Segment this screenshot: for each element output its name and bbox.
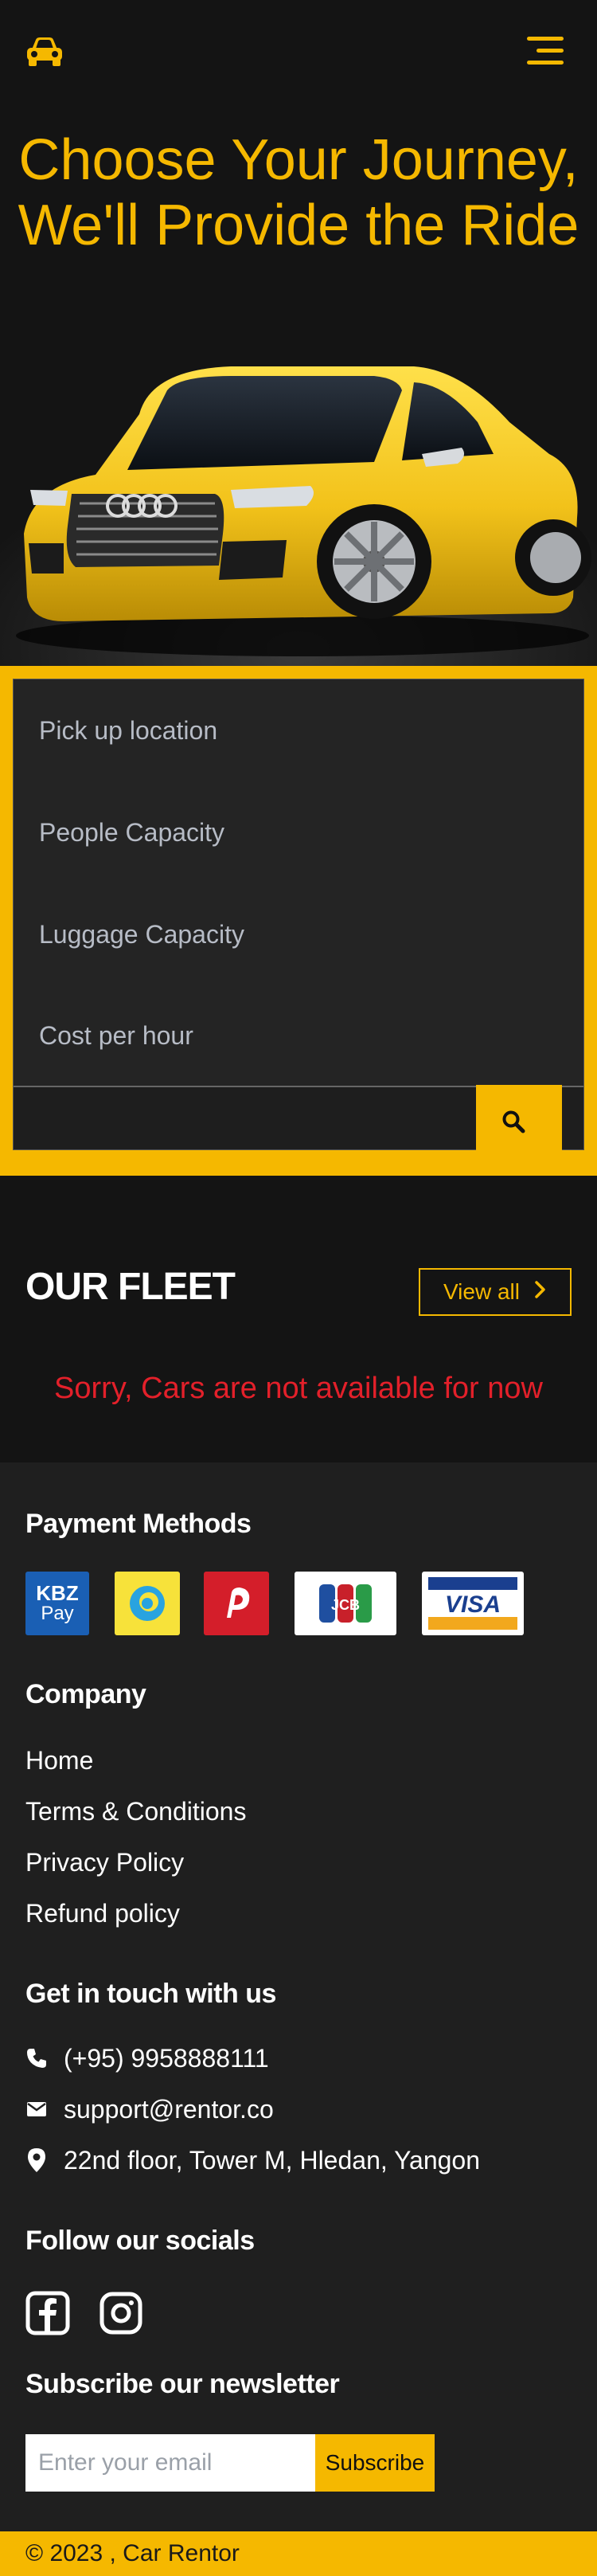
footer: Payment Methods KBZ Pay JCB VISA Company… [0, 1462, 597, 2531]
hero-car-image [0, 335, 597, 666]
hero-title: Choose Your Journey, We'll Provide the R… [0, 127, 597, 258]
chevron-right-icon [534, 1279, 547, 1305]
hero-title-line-2: We'll Provide the Ride [18, 194, 579, 257]
view-all-button[interactable]: View all [419, 1268, 572, 1316]
cost-per-hour-field[interactable]: Cost per hour [14, 985, 583, 1087]
contact-heading: Get in touch with us [25, 1979, 276, 2009]
subscribe-button[interactable]: Subscribe [315, 2434, 435, 2492]
contact-address-text: 22nd floor, Tower M, Hledan, Yangon [64, 2145, 481, 2175]
pay-logo [204, 1572, 269, 1635]
footer-link-privacy[interactable]: Privacy Policy [25, 1848, 184, 1877]
search-fields-container: Pick up location People Capacity Luggage… [13, 679, 584, 1150]
newsletter-email-input[interactable] [25, 2434, 315, 2492]
wavepay-logo [115, 1572, 180, 1635]
luggage-capacity-field[interactable]: Luggage Capacity [14, 883, 583, 985]
hamburger-menu-icon[interactable] [525, 33, 567, 69]
contact-phone-text: (+95) 9958888111 [64, 2043, 269, 2073]
car-search-form: Pick up location People Capacity Luggage… [0, 666, 597, 1176]
people-capacity-field[interactable]: People Capacity [14, 781, 583, 883]
footer-link-refund[interactable]: Refund policy [25, 1899, 180, 1928]
socials-heading: Follow our socials [25, 2226, 255, 2256]
pickup-location-field[interactable]: Pick up location [14, 679, 583, 781]
hero-title-line-1: Choose Your Journey, [18, 128, 579, 192]
jcb-logo-text: JCB [331, 1597, 360, 1613]
contact-email[interactable]: support@rentor.co [25, 2092, 274, 2127]
fleet-empty-message: Sorry, Cars are not available for now [54, 1372, 543, 1405]
facebook-icon[interactable] [25, 2291, 70, 2335]
view-all-label: View all [443, 1279, 520, 1304]
car-logo-icon[interactable] [24, 35, 65, 67]
search-button-edge [551, 1085, 562, 1161]
kbzpay-logo-line-1: KBZ [36, 1581, 79, 1605]
visa-logo: VISA [422, 1572, 524, 1635]
search-icon [501, 1110, 525, 1137]
location-pin-icon [25, 2146, 48, 2175]
mail-icon [25, 2095, 48, 2124]
footer-link-terms[interactable]: Terms & Conditions [25, 1797, 246, 1826]
fleet-title: OUR FLEET [25, 1266, 236, 1308]
hero-section: Choose Your Journey, We'll Provide the R… [0, 0, 597, 666]
payment-methods-heading: Payment Methods [25, 1509, 252, 1539]
visa-logo-text: VISA [445, 1591, 501, 1618]
fleet-section: OUR FLEET View all Sorry, Cars are not a… [0, 1176, 597, 1462]
kbzpay-logo: KBZ Pay [25, 1572, 89, 1635]
phone-icon [25, 2044, 48, 2073]
kbzpay-logo-line-2: Pay [41, 1603, 74, 1624]
jcb-logo: JCB [295, 1572, 396, 1635]
copyright-bar: © 2023 , Car Rentor [0, 2531, 597, 2576]
contact-email-text: support@rentor.co [64, 2094, 274, 2124]
footer-link-home[interactable]: Home [25, 1746, 93, 1775]
search-button[interactable] [476, 1085, 551, 1161]
instagram-icon[interactable] [99, 2291, 143, 2335]
contact-phone[interactable]: (+95) 9958888111 [25, 2041, 269, 2076]
contact-address[interactable]: 22nd floor, Tower M, Hledan, Yangon [25, 2143, 480, 2178]
company-heading: Company [25, 1679, 146, 1709]
newsletter-heading: Subscribe our newsletter [25, 2369, 340, 2399]
